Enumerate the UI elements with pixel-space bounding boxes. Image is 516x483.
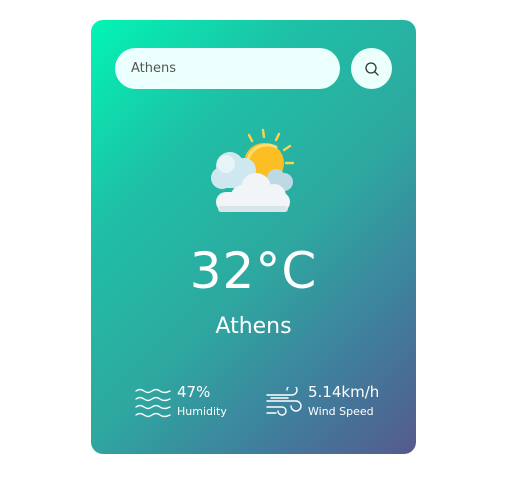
search-input[interactable] bbox=[115, 48, 340, 89]
city-name: Athens bbox=[215, 314, 292, 339]
humidity-value: 47% bbox=[177, 383, 211, 401]
search-button[interactable] bbox=[351, 48, 392, 89]
search-bar bbox=[115, 48, 392, 89]
humidity-stat: 47% Humidity bbox=[135, 383, 245, 423]
wind-speed-label: Wind Speed bbox=[308, 405, 374, 418]
humidity-waves-icon bbox=[135, 388, 171, 418]
weather-card: 32°C Athens 47% Humidity 5.14km/h Wind S… bbox=[91, 20, 416, 454]
wind-speed-value: 5.14km/h bbox=[308, 383, 380, 401]
wind-stat: 5.14km/h Wind Speed bbox=[266, 383, 396, 423]
temperature-value: 32°C bbox=[189, 242, 318, 300]
sun-behind-clouds-icon bbox=[211, 128, 295, 212]
wind-icon bbox=[266, 387, 302, 416]
search-icon bbox=[364, 61, 379, 76]
humidity-label: Humidity bbox=[177, 405, 227, 418]
